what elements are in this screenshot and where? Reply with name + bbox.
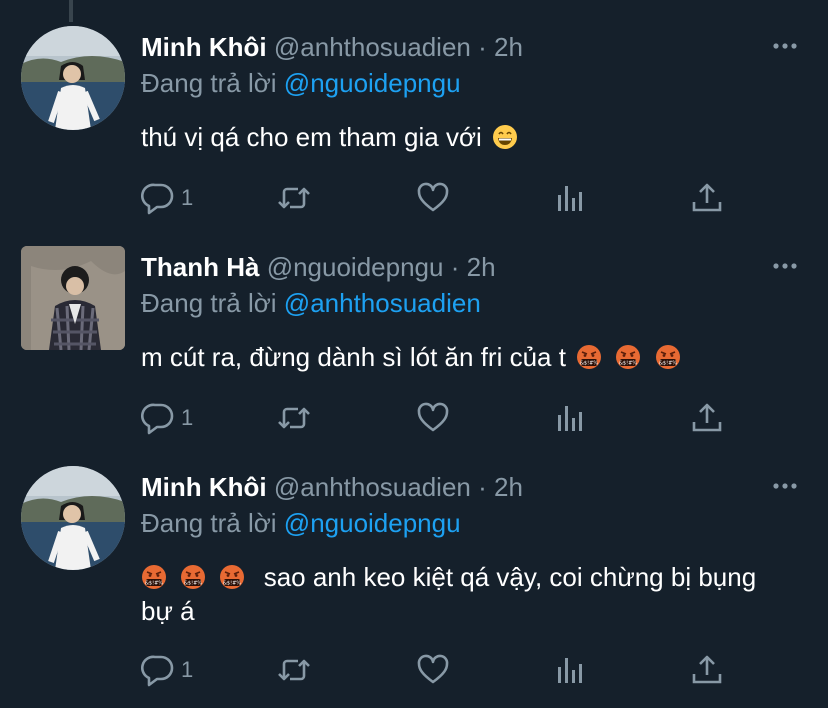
analytics-icon	[554, 181, 588, 215]
avatar[interactable]	[21, 466, 125, 570]
retweet-icon	[277, 653, 311, 687]
like-icon	[416, 401, 450, 435]
user-handle[interactable]: @nguoidepngu	[267, 252, 444, 282]
share-icon	[690, 401, 724, 435]
mention-link[interactable]: @nguoidepngu	[284, 68, 461, 98]
more-icon[interactable]	[772, 482, 798, 490]
replying-to: Đang trả lời @anhthosuadien	[141, 286, 481, 320]
tweet-header: Minh Khôi @anhthosuadien · 2h	[141, 30, 523, 64]
face-with-symbols-on-mouth-emoji-icon	[141, 564, 167, 590]
retweet-button[interactable]	[277, 398, 311, 438]
display-name[interactable]: Thanh Hà	[141, 252, 259, 282]
replying-to-label: Đang trả lời	[141, 68, 277, 98]
share-button[interactable]	[690, 398, 724, 438]
mention-link[interactable]: @anhthosuadien	[284, 288, 481, 318]
analytics-button[interactable]	[554, 178, 588, 218]
like-button[interactable]	[416, 178, 450, 218]
retweet-button[interactable]	[277, 178, 311, 218]
tweet-text: sao anh keo kiệt qá vậy, coi chừng bị bụ…	[141, 560, 761, 628]
display-name[interactable]: Minh Khôi	[141, 32, 267, 62]
tweet-item[interactable]: Minh Khôi @anhthosuadien · 2h Đang trả l…	[0, 466, 828, 708]
analytics-button[interactable]	[554, 650, 588, 690]
share-button[interactable]	[690, 650, 724, 690]
tweet-text: thú vị qá cho em tham gia với	[141, 120, 781, 154]
like-button[interactable]	[416, 650, 450, 690]
reply-count: 1	[181, 185, 194, 210]
thread-connector-line	[69, 0, 73, 22]
reply-button[interactable]: 1	[141, 178, 193, 218]
analytics-icon	[554, 401, 588, 435]
replying-to-label: Đang trả lời	[141, 508, 277, 538]
user-handle[interactable]: @anhthosuadien	[274, 32, 471, 62]
analytics-button[interactable]	[554, 398, 588, 438]
share-button[interactable]	[690, 178, 724, 218]
reply-icon	[141, 401, 175, 435]
mention-link[interactable]: @nguoidepngu	[284, 508, 461, 538]
timestamp[interactable]: 2h	[494, 472, 523, 502]
grinning-face-emoji-icon	[492, 124, 518, 150]
replying-to: Đang trả lời @nguoidepngu	[141, 506, 461, 540]
face-with-symbols-on-mouth-emoji-icon	[576, 344, 602, 370]
like-icon	[416, 181, 450, 215]
like-icon	[416, 653, 450, 687]
timestamp[interactable]: 2h	[467, 252, 496, 282]
analytics-icon	[554, 653, 588, 687]
tweet-thread: Minh Khôi @anhthosuadien · 2h Đang trả l…	[0, 0, 828, 708]
reply-button[interactable]: 1	[141, 650, 193, 690]
separator-dot: ·	[478, 472, 487, 502]
retweet-icon	[277, 401, 311, 435]
replying-to-label: Đang trả lời	[141, 288, 277, 318]
reply-count: 1	[181, 657, 194, 682]
tweet-header: Minh Khôi @anhthosuadien · 2h	[141, 470, 523, 504]
share-icon	[690, 181, 724, 215]
tweet-actions: 1	[141, 650, 741, 690]
tweet-item[interactable]: Minh Khôi @anhthosuadien · 2h Đang trả l…	[0, 26, 828, 232]
more-icon[interactable]	[772, 42, 798, 50]
display-name[interactable]: Minh Khôi	[141, 472, 267, 502]
face-with-symbols-on-mouth-emoji-icon	[219, 564, 245, 590]
share-icon	[690, 653, 724, 687]
avatar[interactable]	[21, 246, 125, 350]
retweet-button[interactable]	[277, 650, 311, 690]
timestamp[interactable]: 2h	[494, 32, 523, 62]
face-with-symbols-on-mouth-emoji-icon	[655, 344, 681, 370]
reply-count: 1	[181, 405, 194, 430]
tweet-text-content: thú vị qá cho em tham gia với	[141, 122, 482, 152]
tweet-actions: 1	[141, 178, 741, 218]
reply-button[interactable]: 1	[141, 398, 193, 438]
separator-dot: ·	[478, 32, 487, 62]
separator-dot: ·	[450, 252, 460, 282]
avatar[interactable]	[21, 26, 125, 130]
tweet-text: m cút ra, đừng dành sì lót ăn fri của t	[141, 340, 781, 374]
replying-to: Đang trả lời @nguoidepngu	[141, 66, 461, 100]
reply-icon	[141, 653, 175, 687]
face-with-symbols-on-mouth-emoji-icon	[615, 344, 641, 370]
retweet-icon	[277, 181, 311, 215]
user-handle[interactable]: @anhthosuadien	[274, 472, 471, 502]
tweet-header: Thanh Hà @nguoidepngu · 2h	[141, 250, 496, 284]
face-with-symbols-on-mouth-emoji-icon	[180, 564, 206, 590]
tweet-text-content: m cút ra, đừng dành sì lót ăn fri của t	[141, 342, 566, 372]
reply-icon	[141, 181, 175, 215]
more-icon[interactable]	[772, 262, 798, 270]
tweet-item[interactable]: Thanh Hà @nguoidepngu · 2h Đang trả lời …	[0, 246, 828, 452]
tweet-actions: 1	[141, 398, 741, 438]
like-button[interactable]	[416, 398, 450, 438]
